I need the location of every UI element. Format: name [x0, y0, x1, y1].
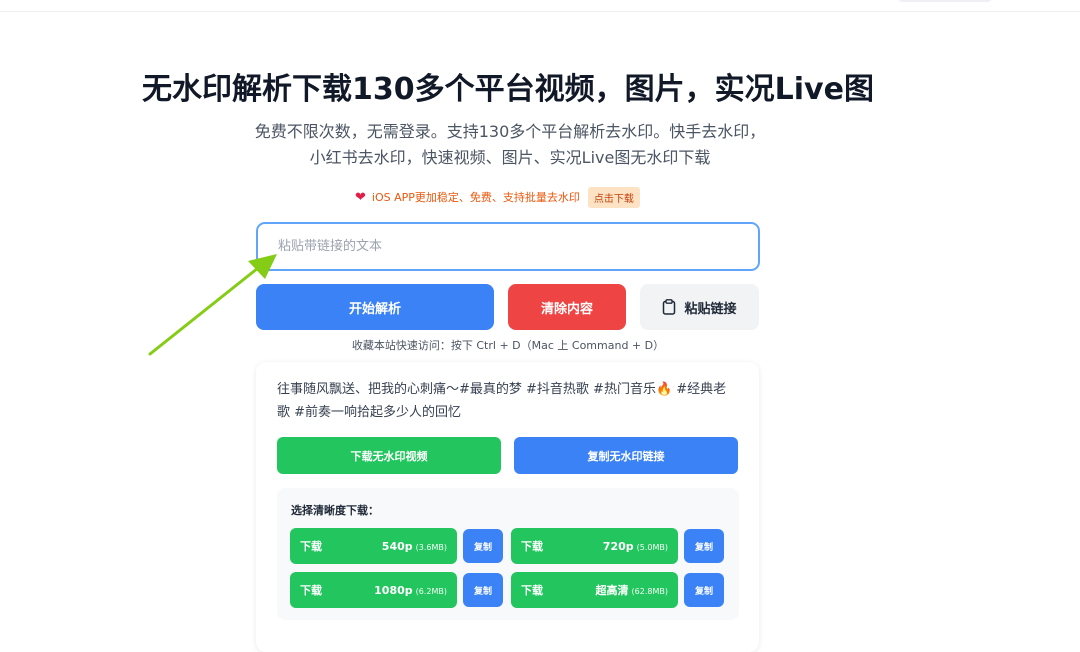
quality-title: 选择清晰度下载：: [291, 504, 379, 517]
copy-1080p-button[interactable]: 复制: [463, 573, 503, 607]
clear-button-label: 清除内容: [540, 301, 593, 317]
download-video-label: 下载无水印视频: [350, 449, 428, 463]
link-input[interactable]: [256, 222, 760, 271]
bookmark-hint: 收藏本站快速访问：按下 Ctrl + D（Mac 上 Command + D）: [351, 339, 665, 352]
download-label: 下载: [521, 584, 543, 597]
promo-text: iOS APP更加稳定、免费、支持批量去水印: [371, 191, 580, 204]
app-download-button[interactable]: 点击下载: [587, 186, 640, 208]
download-label: 下载: [300, 540, 322, 553]
file-size: (3.6MB): [415, 542, 447, 552]
clipboard-icon: [662, 299, 676, 315]
video-title: 往事随风飘送、把我的心刺痛～#最真的梦 #抖音热歌 #热门音乐🔥 #经典老歌 #…: [277, 382, 727, 420]
parse-button-label: 开始解析: [348, 301, 401, 317]
quality-label: 超高清: [595, 584, 629, 597]
copy-link-label: 复制无水印链接: [587, 449, 665, 463]
file-size: (6.2MB): [415, 586, 447, 596]
copy-uhd-button[interactable]: 复制: [684, 573, 724, 607]
download-label: 下载: [521, 540, 543, 553]
file-size: (62.8MB): [631, 587, 668, 596]
heart-icon: ❤: [355, 189, 366, 205]
download-video-button[interactable]: 下载无水印视频: [277, 437, 501, 474]
copy-720p-button[interactable]: 复制: [684, 529, 724, 563]
copy-540p-button[interactable]: 复制: [463, 529, 503, 563]
page-title: 无水印解析下载130多个平台视频，图片，实况Live图: [142, 72, 874, 107]
download-label: 下载: [300, 584, 322, 597]
ios-app-promo: ❤ iOS APP更加稳定、免费、支持批量去水印 点击下载: [355, 186, 640, 208]
paste-link-button[interactable]: 粘贴链接: [640, 284, 759, 330]
quality-label: 1080p: [374, 583, 413, 597]
quality-label: 540p: [381, 539, 413, 553]
copy-link-button[interactable]: 复制无水印链接: [514, 437, 738, 474]
quality-panel: 选择清晰度下载： 下载 540p (3.6MB) 复制 下载 720p (5.0…: [277, 488, 739, 620]
parse-button[interactable]: 开始解析: [256, 284, 494, 330]
page-subtitle: 免费不限次数，无需登录。支持130多个平台解析去水印。快手去水印，小红书去水印，…: [254, 122, 766, 167]
quality-label: 720p: [602, 539, 634, 553]
clear-button[interactable]: 清除内容: [508, 284, 626, 330]
header-pill[interactable]: [897, 0, 993, 2]
result-card: 往事随风飘送、把我的心刺痛～#最真的梦 #抖音热歌 #热门音乐🔥 #经典老歌 #…: [256, 362, 759, 652]
download-540p-button[interactable]: 下载 540p (3.6MB): [290, 528, 457, 564]
download-uhd-button[interactable]: 下载 超高清 (62.8MB): [511, 572, 678, 608]
download-720p-button[interactable]: 下载 720p (5.0MB): [511, 528, 678, 564]
download-1080p-button[interactable]: 下载 1080p (6.2MB): [290, 572, 457, 608]
paste-button-label: 粘贴链接: [684, 301, 737, 317]
file-size: (5.0MB): [636, 542, 668, 552]
arrow-annotation: [148, 254, 277, 356]
header-divider: [0, 11, 1080, 12]
